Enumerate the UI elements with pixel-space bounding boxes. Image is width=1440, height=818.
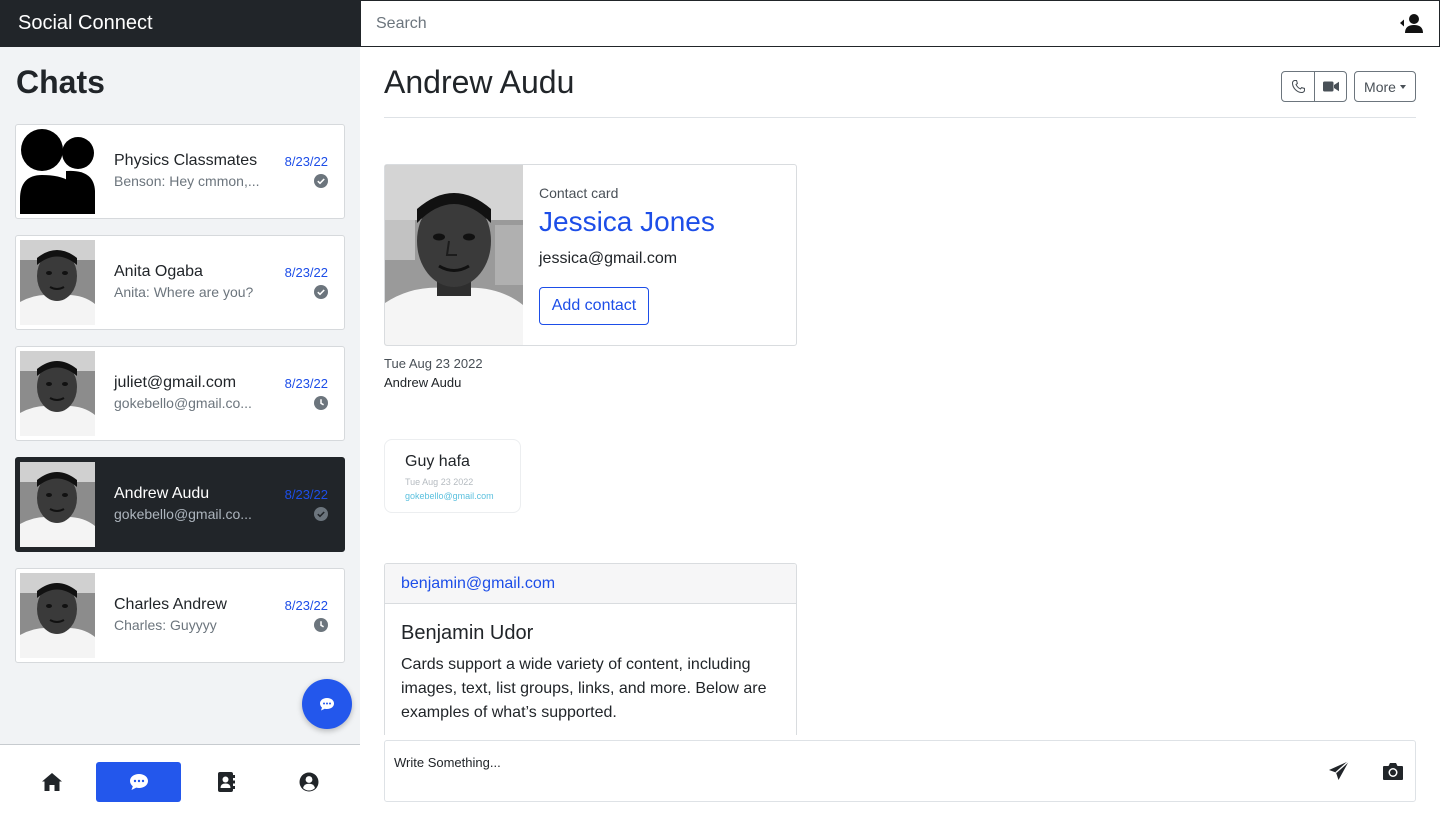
video-call-button[interactable] [1314,72,1346,101]
call-button-group [1281,71,1347,102]
chat-preview: Benson: Hey cmmon,... [114,173,260,189]
sidebar: Chats Physics Classmates Benson: Hey cmm… [0,47,360,818]
chat-preview: Anita: Where are you? [114,284,254,300]
message-composer [384,740,1416,802]
info-card-title: Benjamin Udor [401,622,534,644]
contact-name: Jessica Jones [539,206,715,237]
chat-date: 8/23/22 [284,376,328,391]
check-circle-icon [314,174,328,188]
chat-item-andrew-audu[interactable]: Andrew Audu gokebello@gmail.co... 8/23/2… [15,457,345,552]
info-card-message: benjamin@gmail.com Benjamin Udor Cards s… [384,563,797,735]
contact-card-message: Contact card Jessica Jones jessica@gmail… [384,164,797,346]
chat-bubble-icon [320,697,334,710]
more-label: More [1364,78,1396,95]
user-toggle-icon[interactable] [1399,13,1425,33]
chat-date: 8/23/22 [284,598,328,613]
bottom-nav [0,744,360,818]
contact-email: jessica@gmail.com [539,250,678,267]
chat-item-physics-classmates[interactable]: Physics Classmates Benson: Hey cmmon,...… [15,124,345,219]
phone-icon [1291,80,1305,93]
search-bar [361,1,1439,46]
chat-name: juliet@gmail.com [114,374,237,391]
add-contact-button[interactable]: Add contact [539,287,649,325]
info-card-text: Cards support a wide variety of content,… [401,656,767,721]
conversation-title: Andrew Audu [384,64,575,100]
contacts-icon [217,772,235,792]
chat-preview: Charles: Guyyyy [114,617,217,633]
send-icon[interactable] [1328,760,1350,782]
message-sender: Andrew Audu [384,375,462,390]
voice-call-button[interactable] [1282,72,1314,101]
chat-preview: gokebello@gmail.co... [114,506,252,522]
home-icon [41,773,62,791]
camera-icon[interactable] [1382,761,1404,781]
top-bar: Social Connect [0,0,1440,47]
chat-preview: gokebello@gmail.co... [114,395,252,411]
contact-card-label: Contact card [539,185,619,201]
clock-icon [314,396,328,410]
chat-name: Charles Andrew [114,596,227,613]
chat-date: 8/23/22 [284,154,328,169]
search-input[interactable] [376,14,1276,33]
check-circle-icon [314,507,328,521]
chat-name: Physics Classmates [114,152,258,169]
nav-chats-button[interactable] [96,762,181,802]
info-card-header: benjamin@gmail.com [385,564,796,604]
message-date: Tue Aug 23 2022 [405,477,474,487]
chat-item-charles-andrew[interactable]: Charles Andrew Charles: Guyyyy 8/23/22 [15,568,345,663]
message-sender: gokebello@gmail.com [405,491,494,501]
chats-title: Chats [16,64,105,100]
nav-contacts-button[interactable] [183,762,268,802]
avatar [20,240,95,325]
message-list[interactable]: Contact card Jessica Jones jessica@gmail… [384,118,1416,735]
nav-profile-button[interactable] [266,762,351,802]
message-bubble: Guy hafa Tue Aug 23 2022 gokebello@gmail… [384,439,521,513]
brand-title[interactable]: Social Connect [1,1,361,46]
message-date: Tue Aug 23 2022 [384,356,483,371]
avatar [20,462,95,547]
avatar [20,573,95,658]
check-circle-icon [314,285,328,299]
chat-date: 8/23/22 [284,487,328,502]
clock-icon [314,618,328,632]
message-text: Guy hafa [405,453,470,470]
conversation-panel: Andrew Audu More Contact card Jessica Jo… [360,47,1440,818]
contact-photo [385,165,523,345]
nav-home-button[interactable] [9,762,94,802]
group-avatar-icon [20,129,95,214]
chat-name: Anita Ogaba [114,263,203,280]
message-input[interactable] [394,755,1294,795]
new-chat-button[interactable] [302,679,352,729]
chat-item-juliet[interactable]: juliet@gmail.com gokebello@gmail.co... 8… [15,346,345,441]
caret-down-icon [1399,85,1406,89]
video-camera-icon [1322,81,1339,92]
chat-icon [129,774,148,790]
chat-item-anita-ogaba[interactable]: Anita Ogaba Anita: Where are you? 8/23/2… [15,235,345,330]
chat-date: 8/23/22 [284,265,328,280]
profile-icon [299,772,318,792]
chat-name: Andrew Audu [114,485,210,502]
avatar [20,351,95,436]
more-dropdown-button[interactable]: More [1354,71,1416,102]
